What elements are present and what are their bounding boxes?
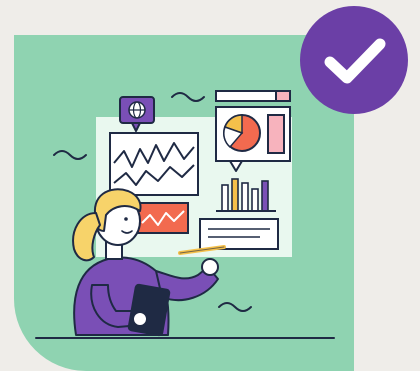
tablet <box>127 283 171 337</box>
person-hand <box>201 258 219 276</box>
header-bar <box>215 90 291 102</box>
red-line-chart <box>137 202 189 234</box>
pie-chart-card <box>215 106 291 172</box>
checkmark-badge <box>298 4 410 116</box>
line-chart-card <box>109 132 199 196</box>
text-card <box>199 218 279 250</box>
